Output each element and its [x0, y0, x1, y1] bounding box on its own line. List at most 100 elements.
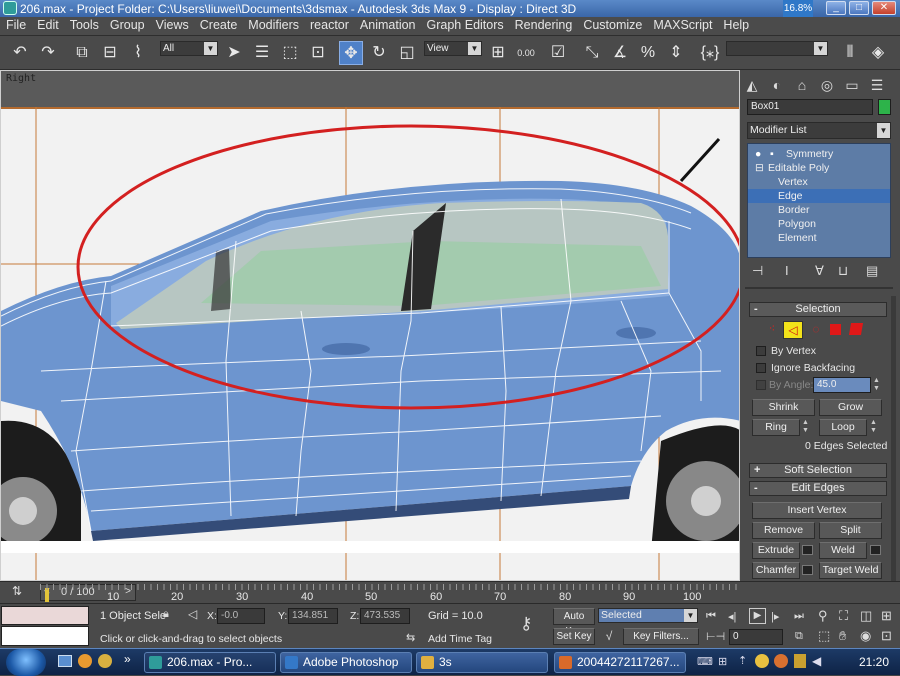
maximize-viewport-icon[interactable]: ⊡ [881, 628, 892, 644]
ignore-backfacing-checkbox[interactable] [756, 363, 766, 373]
bulb-icon[interactable]: ● [755, 147, 761, 161]
hierarchy-tab-icon[interactable]: ⌂ [790, 74, 814, 96]
stack-item-element[interactable]: Element [748, 231, 890, 245]
quick-launch-icon[interactable] [78, 654, 92, 668]
selection-filter-dropdown[interactable]: All ▼ [160, 41, 218, 56]
ring-spinner-icon[interactable]: ▲ ▼ [802, 419, 812, 436]
goto-end-icon[interactable]: ⏭ [794, 610, 804, 623]
clock[interactable]: 21:20 [859, 655, 889, 669]
stack-item-editable-poly[interactable]: ⊟ Editable Poly [748, 161, 890, 175]
redo-icon[interactable]: ↷ [36, 41, 60, 65]
next-frame-icon[interactable]: |▸ [771, 610, 779, 623]
volume-icon[interactable]: ◀︎ [812, 654, 821, 668]
key-mode-toggle-icon[interactable]: ⊢⊣ [706, 630, 725, 643]
reference-coordinate-dropdown[interactable]: View ▼ [424, 41, 482, 56]
select-and-scale-icon[interactable]: ◱ [395, 41, 419, 65]
menu-help[interactable]: Help [717, 17, 754, 32]
play-icon[interactable]: ▶ [749, 608, 766, 624]
rectangular-selection-icon[interactable]: ⬚ [278, 41, 302, 65]
arc-rotate-icon[interactable]: ◉ [860, 628, 871, 644]
named-selection-dropdown[interactable]: ▼ [726, 41, 828, 56]
modify-tab-icon[interactable]: ◐ [765, 74, 789, 96]
quick-launch-2-icon[interactable] [98, 654, 112, 668]
y-field[interactable]: 134.851 [288, 608, 338, 624]
panel-scrollbar[interactable] [891, 296, 896, 581]
make-unique-icon[interactable]: ∀ [815, 263, 824, 279]
object-color-swatch[interactable] [878, 99, 891, 115]
stack-item-polygon[interactable]: Polygon [748, 217, 890, 231]
split-button[interactable]: Split [819, 522, 882, 539]
menu-edit[interactable]: Edit [31, 17, 64, 32]
zoom-all-icon[interactable]: ⛶ [839, 608, 848, 624]
pan-icon[interactable]: ✋︎ [839, 628, 846, 644]
previous-frame-icon[interactable]: ◂| [728, 610, 736, 623]
angle-snap-icon[interactable]: ∡ [608, 41, 632, 65]
menu-animation[interactable]: Animation [354, 17, 421, 32]
edit-named-selection-icon[interactable]: {⁎} [698, 41, 722, 65]
select-and-move-icon[interactable]: ✥ [339, 41, 363, 65]
motion-tab-icon[interactable]: ◎ [815, 74, 839, 96]
menu-reactor[interactable]: reactor [304, 17, 354, 32]
display-tab-icon[interactable]: ▭ [840, 74, 864, 96]
insert-vertex-button[interactable]: Insert Vertex [752, 502, 882, 519]
create-tab-icon[interactable]: ◭ [740, 74, 764, 96]
show-end-result-icon[interactable]: I [785, 263, 789, 278]
lock-icon[interactable]: 🔒︎ [163, 608, 169, 621]
angle-spinner[interactable]: 45.0 [813, 377, 871, 393]
key-mode-dropdown[interactable]: Selected ▼ [598, 608, 698, 623]
maxscript-listener-output[interactable] [1, 626, 89, 646]
grow-button[interactable]: Grow [819, 399, 882, 416]
collapse-icon[interactable]: ⊟ [755, 161, 764, 175]
transform-mode-icon[interactable]: ◁ [188, 607, 197, 621]
show-desktop-icon[interactable] [58, 655, 72, 667]
pin-stack-icon[interactable]: ⊣ [752, 263, 763, 279]
remove-modifier-icon[interactable]: ⊔ [838, 263, 848, 279]
menu-modifiers[interactable]: Modifiers [242, 17, 304, 32]
select-by-name-icon[interactable]: ☰ [250, 41, 274, 65]
object-name-field[interactable]: Box01 [747, 99, 873, 115]
remove-button[interactable]: Remove [752, 522, 815, 539]
pivot-center-icon[interactable]: ⊞ [486, 41, 510, 65]
key-icon[interactable]: ⚷ [520, 614, 532, 634]
select-and-link-icon[interactable]: ⧉ [70, 41, 94, 65]
minimize-button[interactable]: _ [826, 1, 846, 15]
tray-lock-icon[interactable] [794, 654, 806, 668]
current-frame-field[interactable]: 0 [729, 629, 783, 645]
menu-tools[interactable]: Tools [64, 17, 104, 32]
select-and-rotate-icon[interactable]: ↻ [367, 41, 391, 65]
add-time-tag-button[interactable]: Add Time Tag [428, 633, 492, 645]
zoom-extents-all-icon[interactable]: ⊞ [881, 608, 892, 624]
mirror-axis-icon[interactable]: 0.00 [514, 41, 538, 65]
viewport-label[interactable]: Right [6, 73, 36, 84]
stack-item-symmetry[interactable]: ● ▪ Symmetry [748, 147, 890, 161]
quick-launch-more-icon[interactable]: » [124, 652, 131, 666]
network-icon[interactable]: ⊞ [718, 655, 727, 668]
stack-item-border[interactable]: Border [748, 203, 890, 217]
chamfer-button[interactable]: Chamfer [752, 562, 800, 579]
target-weld-button[interactable]: Target Weld [819, 562, 882, 579]
tray-arrow-icon[interactable]: ⇡ [738, 654, 747, 667]
mini-curve-toggle-icon[interactable]: ⇅ [2, 584, 32, 601]
taskbar-item-image[interactable]: 20044272117267... [554, 652, 686, 673]
polygon-level-icon[interactable] [830, 324, 841, 335]
percent-snap-icon[interactable]: % [636, 41, 660, 65]
window-crossing-icon[interactable]: ⊡ [306, 41, 330, 65]
time-config-icon[interactable]: ⧉ [795, 630, 803, 643]
spinner-arrows-icon[interactable]: ▲ ▼ [873, 377, 881, 393]
goto-start-icon[interactable]: ⏮ [706, 610, 716, 623]
by-vertex-checkbox[interactable] [756, 346, 766, 356]
element-level-icon[interactable] [848, 323, 864, 335]
menu-file[interactable]: File [0, 17, 31, 32]
mirror-icon[interactable]: ⫴ [838, 41, 862, 65]
extrude-settings-icon[interactable] [802, 545, 813, 555]
menu-rendering[interactable]: Rendering [509, 17, 578, 32]
unlink-icon[interactable]: ⊟ [98, 41, 122, 65]
time-marker[interactable] [45, 588, 49, 602]
ring-button[interactable]: Ring [752, 419, 800, 436]
select-object-icon[interactable]: ➤ [222, 41, 246, 65]
soft-selection-rollout-header[interactable]: + Soft Selection [749, 463, 887, 478]
menu-graph-editors[interactable]: Graph Editors [421, 17, 509, 32]
extrude-button[interactable]: Extrude [752, 542, 800, 559]
z-field[interactable]: 473.535 [360, 608, 410, 624]
edge-level-icon[interactable]: ◁ [783, 321, 803, 339]
